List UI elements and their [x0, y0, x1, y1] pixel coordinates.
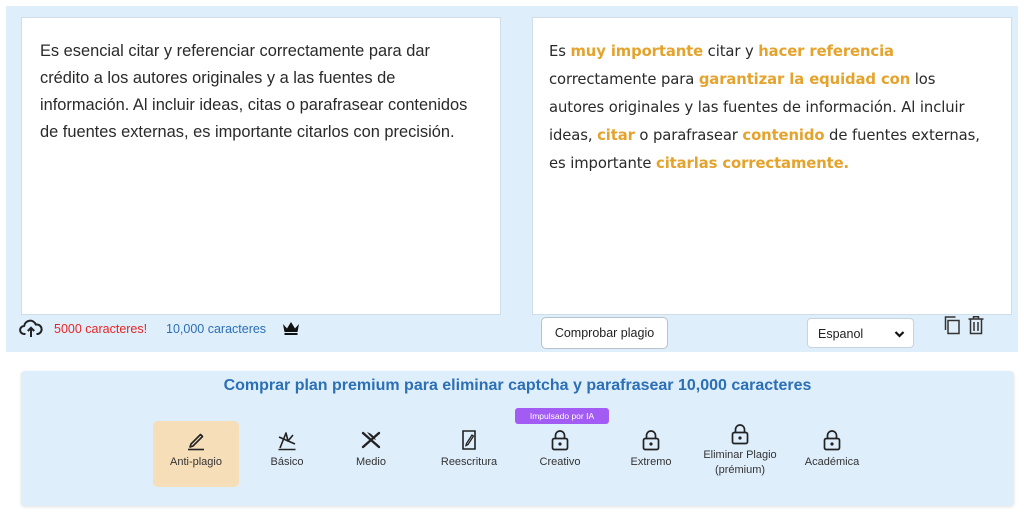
changed-phrase[interactable]: muy importante: [570, 43, 703, 60]
lock-icon: [642, 430, 660, 451]
mode-basico[interactable]: Básico: [244, 421, 330, 487]
free-character-limit: 5000 caracteres!: [54, 322, 148, 336]
mode-label: Académica: [804, 456, 860, 468]
pen-icon: [188, 433, 204, 451]
trash-icon[interactable]: [967, 315, 985, 335]
mode-medio[interactable]: Medio: [328, 421, 414, 487]
unchanged-phrase: o parafrasear: [634, 127, 743, 144]
mode-anti-plagio[interactable]: Anti-plagio: [153, 421, 239, 487]
mode-label: Reescritura: [440, 456, 498, 468]
mode-label: Anti-plagio: [170, 456, 222, 468]
premium-promo-text[interactable]: Comprar plan premium para eliminar captc…: [21, 377, 1014, 395]
document-edit-icon: [462, 430, 476, 450]
mode-label: Medio: [356, 456, 386, 468]
mode-creativo[interactable]: Creativo: [517, 421, 603, 487]
unchanged-phrase: correctamente para: [549, 71, 699, 88]
mode-label: Básico: [270, 456, 304, 468]
output-text-area: Es muy importante citar y hacer referenc…: [532, 17, 1012, 315]
chevron-down-icon: [894, 331, 905, 338]
lock-icon: [823, 430, 841, 451]
mode-eliminar-plagio[interactable]: Eliminar Plagio (prémium): [697, 421, 783, 487]
output-text: Es muy importante citar y hacer referenc…: [549, 38, 995, 178]
changed-phrase[interactable]: hacer referencia: [758, 43, 894, 60]
copy-icon[interactable]: [943, 315, 961, 335]
mode-academica[interactable]: Académica: [789, 421, 875, 487]
language-select[interactable]: Espanol: [807, 318, 914, 348]
crossed-pen-icon: [278, 432, 296, 451]
mode-label: Creativo: [539, 456, 581, 468]
feather-cross-icon: [361, 431, 381, 449]
mode-label: Extremo: [630, 456, 672, 468]
changed-phrase[interactable]: contenido: [742, 127, 824, 144]
input-text-area[interactable]: Es esencial citar y referenciar correcta…: [21, 17, 501, 315]
lock-icon: [551, 430, 569, 451]
premium-modes-panel: Comprar plan premium para eliminar captc…: [21, 371, 1014, 506]
input-text[interactable]: Es esencial citar y referenciar correcta…: [40, 38, 482, 146]
unchanged-phrase: Es: [549, 43, 571, 60]
mode-extremo[interactable]: Extremo: [608, 421, 694, 487]
cloud-upload-icon[interactable]: [19, 316, 43, 340]
mode-label: Eliminar Plagio (prémium): [703, 449, 777, 476]
lock-icon: [731, 424, 749, 445]
changed-phrase[interactable]: garantizar la equidad con: [699, 71, 910, 88]
changed-phrase[interactable]: citarlas correctamente.: [656, 155, 849, 172]
crown-icon[interactable]: [282, 321, 300, 335]
mode-reescritura[interactable]: Reescritura: [426, 421, 512, 487]
check-plagiarism-button[interactable]: Comprobar plagio: [541, 317, 668, 349]
premium-character-limit[interactable]: 10,000 caracteres: [166, 322, 266, 336]
changed-phrase[interactable]: citar: [597, 127, 635, 144]
language-value: Espanol: [818, 327, 864, 341]
paraphrase-panel: Es esencial citar y referenciar correcta…: [6, 6, 1018, 352]
unchanged-phrase: citar y: [703, 43, 759, 60]
